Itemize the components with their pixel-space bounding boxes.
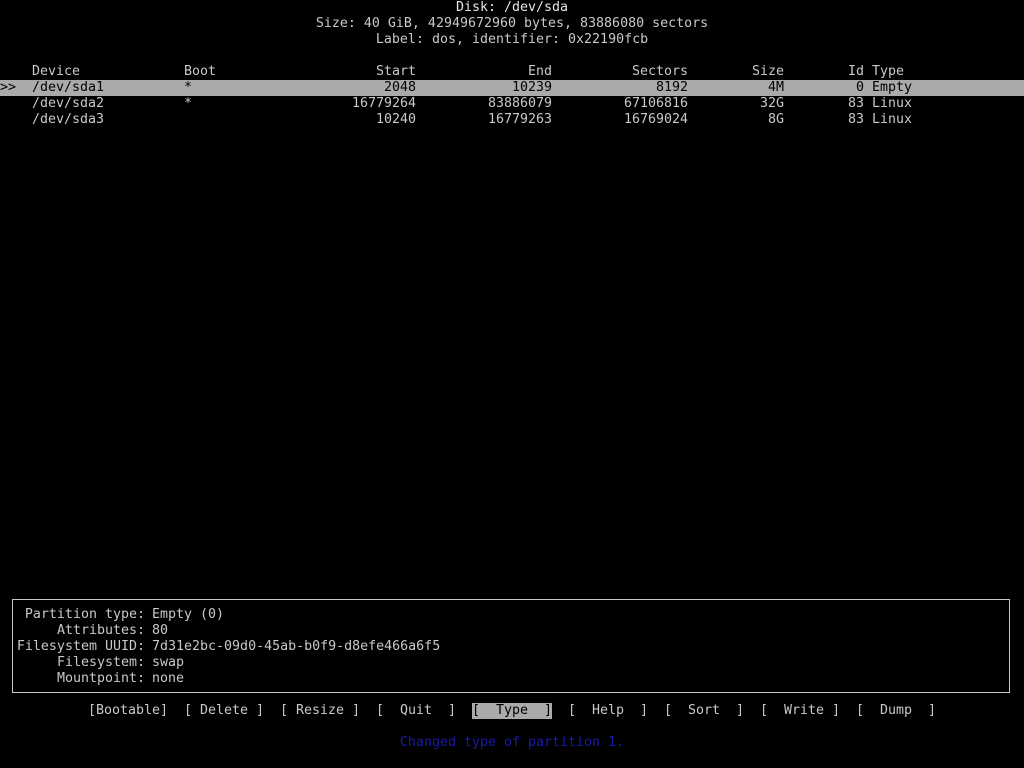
partition-row-sda1[interactable]: >> /dev/sda1 * 2048 10239 8192 4M 0 Empt… xyxy=(0,80,1024,96)
selection-marker: >> xyxy=(0,80,17,95)
info-mountpoint: Mountpoint: none xyxy=(13,671,184,687)
row-start: 10240 xyxy=(375,112,416,127)
row-device: /dev/sda2 xyxy=(32,96,105,111)
type-button[interactable]: [ Type ] xyxy=(472,703,553,719)
info-key: Mountpoint: xyxy=(56,671,145,686)
info-key: Attributes: xyxy=(56,623,145,638)
partition-row-sda3[interactable]: /dev/sda3 10240 16779263 16769024 8G 83 … xyxy=(0,112,1024,128)
row-id: 83 xyxy=(847,112,864,127)
disk-size-info: Size: 40 GiB, 42949672960 bytes, 8388608… xyxy=(315,16,709,31)
info-value: 7d31e2bc-09d0-45ab-b0f9-d8efe466a6f5 xyxy=(152,639,441,654)
col-id: Id xyxy=(847,64,864,79)
col-device: Device xyxy=(32,64,81,79)
row-sectors: 67106816 xyxy=(623,96,688,111)
col-sectors: Sectors xyxy=(631,64,688,79)
row-type: Empty xyxy=(872,80,913,95)
col-size: Size xyxy=(751,64,784,79)
row-size: 4M xyxy=(767,80,784,95)
row-device: /dev/sda1 xyxy=(32,80,105,95)
row-type: Linux xyxy=(872,96,913,111)
row-type: Linux xyxy=(872,112,913,127)
col-end: End xyxy=(527,64,552,79)
row-sectors: 8192 xyxy=(655,80,688,95)
help-button[interactable]: [ Help ] xyxy=(568,703,648,719)
row-boot-flag: * xyxy=(184,80,193,95)
status-message: Changed type of partition 1. xyxy=(399,735,625,750)
col-start: Start xyxy=(375,64,416,79)
row-start: 2048 xyxy=(383,80,416,95)
col-type: Type xyxy=(872,64,905,79)
resize-button[interactable]: [ Resize ] xyxy=(280,703,360,719)
delete-button[interactable]: [ Delete ] xyxy=(184,703,264,719)
row-end: 16779263 xyxy=(487,112,552,127)
row-size: 8G xyxy=(767,112,784,127)
row-sectors: 16769024 xyxy=(623,112,688,127)
row-boot-flag: * xyxy=(184,96,193,111)
table-header: Device Boot Start End Sectors Size Id Ty… xyxy=(0,64,1024,80)
info-filesystem-uuid: Filesystem UUID: 7d31e2bc-09d0-45ab-b0f9… xyxy=(13,639,440,655)
dump-button[interactable]: [ Dump ] xyxy=(856,703,936,719)
info-key: Partition type: xyxy=(24,607,145,622)
row-size: 32G xyxy=(759,96,784,111)
row-end: 83886079 xyxy=(487,96,552,111)
info-partition-type: Partition type: Empty (0) xyxy=(13,607,224,623)
row-start: 16779264 xyxy=(351,96,416,111)
disk-label-info: Label: dos, identifier: 0x22190fcb xyxy=(375,32,649,47)
partition-info-panel: Partition type: Empty (0) Attributes: 80… xyxy=(12,599,1010,693)
info-key: Filesystem UUID: xyxy=(16,639,145,654)
info-value: none xyxy=(152,671,185,686)
row-id: 83 xyxy=(847,96,864,111)
row-end: 10239 xyxy=(511,80,552,95)
col-boot: Boot xyxy=(184,64,217,79)
info-value: Empty (0) xyxy=(152,607,225,622)
write-button[interactable]: [ Write ] xyxy=(760,703,840,719)
partition-row-sda2[interactable]: /dev/sda2 * 16779264 83886079 67106816 3… xyxy=(0,96,1024,112)
info-value: swap xyxy=(152,655,185,670)
action-menu: [Bootable] [ Delete ] [ Resize ] [ Quit … xyxy=(0,703,1024,719)
info-value: 80 xyxy=(152,623,169,638)
row-id: 0 xyxy=(855,80,864,95)
row-device: /dev/sda3 xyxy=(32,112,105,127)
sort-button[interactable]: [ Sort ] xyxy=(664,703,744,719)
quit-button[interactable]: [ Quit ] xyxy=(376,703,456,719)
info-key: Filesystem: xyxy=(56,655,145,670)
bootable-button[interactable]: [Bootable] xyxy=(88,703,168,719)
disk-title: Disk: /dev/sda xyxy=(455,0,569,15)
info-attributes: Attributes: 80 xyxy=(13,623,168,639)
info-filesystem: Filesystem: swap xyxy=(13,655,184,671)
